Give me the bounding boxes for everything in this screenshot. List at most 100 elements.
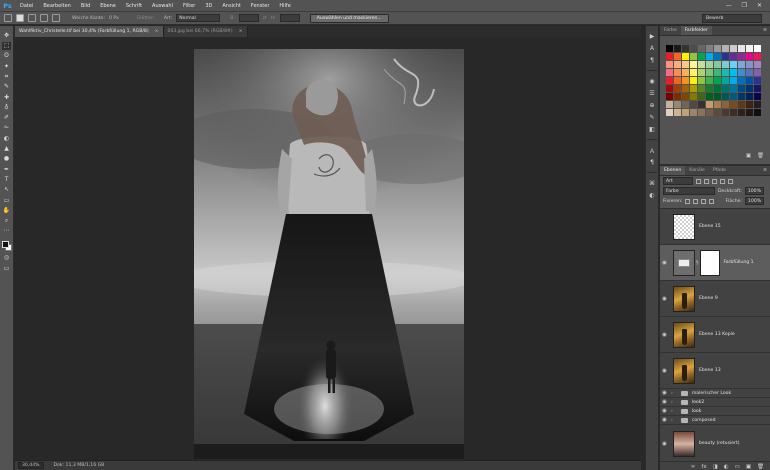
color-swatch[interactable] (754, 77, 761, 84)
color-swatch[interactable] (682, 109, 689, 116)
fill-field[interactable]: 100% (745, 197, 765, 205)
color-swatch[interactable] (730, 85, 737, 92)
color-swatch[interactable] (746, 109, 753, 116)
panel-menu-icon[interactable]: ≡ (760, 26, 770, 35)
layer-group-row[interactable]: ◉ › look (660, 407, 770, 416)
color-swatch[interactable] (746, 85, 753, 92)
filter-smart-icon[interactable] (728, 178, 733, 184)
clone-stamp-tool-icon[interactable]: ✐ (2, 114, 11, 122)
color-swatch[interactable] (746, 53, 753, 60)
color-swatch[interactable] (722, 45, 729, 52)
color-swatch[interactable] (666, 93, 673, 100)
lock-pixels-icon[interactable] (685, 198, 691, 204)
color-swatch[interactable] (682, 93, 689, 100)
history-icon[interactable]: ☰ (648, 89, 657, 97)
width-field[interactable] (238, 14, 259, 22)
trash-icon[interactable]: 🗑 (757, 153, 764, 159)
brush-settings-icon[interactable]: ✎ (648, 113, 657, 121)
tab-document-2[interactable]: 003.jpg bei 66,7% (RGB/8#) × (163, 26, 248, 37)
lasso-tool-icon[interactable]: ʘ (2, 53, 11, 61)
zoom-field[interactable]: 30,44% (18, 462, 44, 469)
color-swatch[interactable] (746, 77, 753, 84)
color-swatch[interactable] (754, 101, 761, 108)
menu-filter[interactable]: Filter (178, 3, 200, 9)
menu-ebene[interactable]: Ebene (95, 3, 121, 9)
color-swatch[interactable] (714, 45, 721, 52)
adjustments-icon[interactable]: ◐ (648, 191, 657, 199)
blend-mode-select[interactable]: Farbe (663, 187, 715, 195)
layer-group-row[interactable]: ◉ › look2 (660, 398, 770, 407)
pen-tool-icon[interactable]: ✒ (2, 166, 11, 174)
layer-filter-select[interactable]: Art (663, 177, 693, 185)
color-swatch[interactable] (738, 77, 745, 84)
color-swatch[interactable] (730, 61, 737, 68)
eye-icon[interactable]: ◉ (660, 408, 669, 414)
color-swatch[interactable] (738, 53, 745, 60)
color-swatch[interactable] (714, 53, 721, 60)
menu-bild[interactable]: Bild (76, 3, 95, 9)
color-swatch[interactable] (738, 85, 745, 92)
color-swatch[interactable] (714, 77, 721, 84)
play-icon[interactable]: ▶ (648, 32, 657, 40)
healing-tool-icon[interactable]: ✚ (2, 94, 11, 102)
brush-tool-icon[interactable]: ♁ (2, 104, 11, 112)
color-swatch[interactable] (706, 101, 713, 108)
add-selection-icon[interactable] (28, 14, 36, 22)
swap-icon[interactable]: ⇄ (263, 16, 267, 21)
close-icon[interactable]: × (155, 29, 159, 34)
color-swatch[interactable] (698, 77, 705, 84)
color-swatch[interactable] (722, 61, 729, 68)
restore-icon[interactable]: ❐ (742, 2, 747, 9)
color-swatch[interactable] (754, 93, 761, 100)
zoom-tool-icon[interactable]: ⌕ (2, 217, 11, 225)
tab-kanaele[interactable]: Kanäle (685, 166, 709, 175)
color-swatch[interactable] (754, 69, 761, 76)
color-swatch[interactable] (754, 61, 761, 68)
minimize-icon[interactable]: — (726, 2, 732, 9)
color-swatch[interactable] (698, 109, 705, 116)
eye-icon[interactable]: ◉ (660, 399, 669, 405)
menu-bearbeiten[interactable]: Bearbeiten (38, 3, 75, 9)
color-swatch[interactable] (738, 93, 745, 100)
color-swatch[interactable] (722, 101, 729, 108)
color-swatch[interactable] (682, 101, 689, 108)
eye-icon[interactable]: ◉ (660, 368, 669, 374)
layer-row[interactable]: ◉ § Farbfüllung 1 (660, 245, 770, 281)
menu-schrift[interactable]: Schrift (121, 3, 147, 9)
character-icon[interactable]: A (648, 44, 657, 52)
quick-select-tool-icon[interactable]: ✦ (2, 63, 11, 71)
shape-tool-icon[interactable]: ▭ (2, 197, 11, 205)
height-field[interactable] (279, 14, 300, 22)
eraser-tool-icon[interactable]: ◐ (2, 135, 11, 143)
color-swatch[interactable] (730, 93, 737, 100)
color-swatch[interactable] (706, 85, 713, 92)
eyedropper-tool-icon[interactable]: ✎ (2, 83, 11, 91)
color-swatch[interactable] (698, 45, 705, 52)
color-swatch[interactable] (738, 45, 745, 52)
filter-shape-icon[interactable] (720, 178, 725, 184)
paragraph-styles-icon[interactable]: ¶ (648, 158, 657, 166)
panel-menu-icon[interactable]: ≡ (760, 166, 770, 175)
color-swatch[interactable] (730, 69, 737, 76)
color-swatch[interactable] (698, 53, 705, 60)
color-swatch[interactable] (714, 109, 721, 116)
lock-position-icon[interactable] (701, 198, 707, 204)
expand-arrow-icon[interactable]: › (671, 418, 673, 423)
color-swatch[interactable] (746, 93, 753, 100)
gradient-tool-icon[interactable]: ▲ (2, 145, 11, 153)
color-swatch[interactable] (706, 109, 713, 116)
dodge-tool-icon[interactable]: ● (2, 156, 11, 164)
new-selection-icon[interactable] (16, 14, 24, 22)
document-size[interactable]: Dok: 11,3 MB/1,16 GB (54, 463, 105, 468)
history-brush-tool-icon[interactable]: ✁ (2, 125, 11, 133)
color-swatch[interactable] (754, 85, 761, 92)
color-swatch[interactable] (674, 77, 681, 84)
color-swatch[interactable] (738, 61, 745, 68)
color-swatch[interactable] (690, 53, 697, 60)
workspace-select[interactable]: Bewerb (702, 14, 762, 23)
libraries-icon[interactable]: ⌘ (648, 179, 657, 187)
eye-icon[interactable]: ◉ (660, 332, 669, 338)
new-swatch-icon[interactable]: ▣ (746, 153, 751, 159)
layer-group-row[interactable]: ◉ › composed (660, 416, 770, 425)
crop-tool-icon[interactable]: ⌗ (2, 73, 11, 81)
